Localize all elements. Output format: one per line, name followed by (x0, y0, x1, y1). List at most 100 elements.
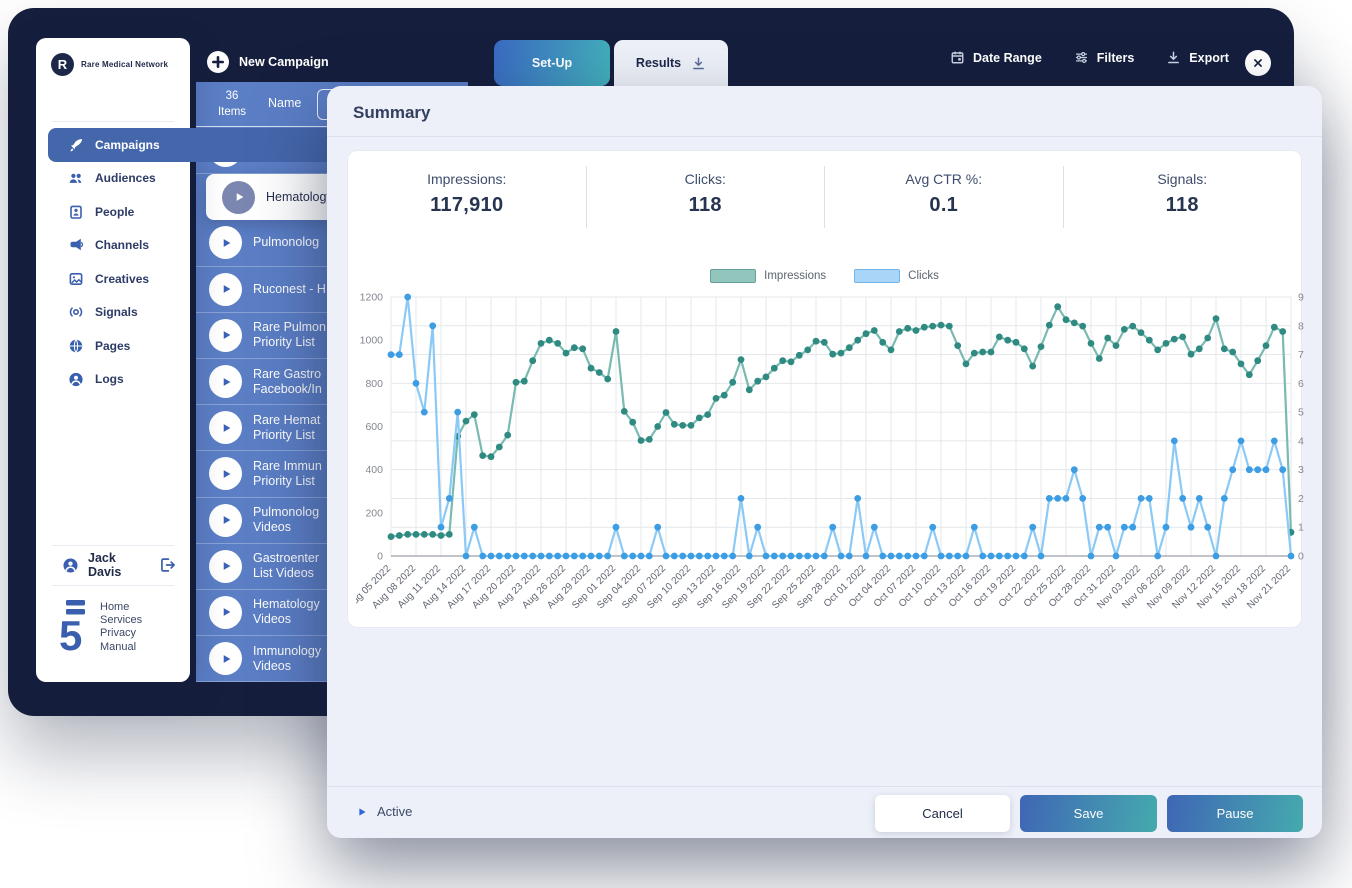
brand-logo-icon: R (51, 53, 74, 76)
plus-icon (207, 51, 229, 73)
play-button[interactable] (209, 273, 242, 306)
tab-results[interactable]: Results (614, 40, 728, 86)
sidebar-divider (52, 545, 174, 546)
new-campaign-button[interactable]: New Campaign (207, 51, 329, 73)
svg-text:0: 0 (377, 551, 383, 563)
download-icon (691, 56, 706, 71)
sidebar-item-label: Creatives (95, 272, 149, 286)
items-count: 36 Items (212, 88, 252, 120)
play-button[interactable] (209, 411, 242, 444)
play-button[interactable] (209, 504, 242, 537)
sidebar-item-channels[interactable]: Channels (36, 229, 190, 263)
sidebar-item-label: Logs (95, 372, 124, 386)
sidebar-item-people[interactable]: People (36, 195, 190, 229)
sidebar-divider (52, 121, 174, 122)
play-icon (219, 328, 233, 342)
tab-set-up[interactable]: Set-Up (494, 40, 610, 86)
action-label: Filters (1097, 51, 1135, 65)
id-badge-icon (68, 204, 84, 220)
footer-link-manual[interactable]: Manual (100, 641, 142, 654)
svg-text:400: 400 (365, 464, 383, 476)
stat-impressions: Impressions:117,910 (348, 166, 586, 228)
sidebar-item-signals[interactable]: Signals (36, 296, 190, 330)
modal-title: Summary (353, 103, 430, 123)
sidebar-item-label: People (95, 205, 134, 219)
play-icon (219, 421, 233, 435)
save-button[interactable]: Save (1020, 795, 1157, 832)
user-name: Jack Davis (88, 551, 149, 579)
brand: R Rare Medical Network (51, 53, 181, 76)
close-button[interactable] (1245, 50, 1271, 76)
footer-link-home[interactable]: Home (100, 601, 142, 614)
play-icon (219, 282, 233, 296)
campaign-name: Ruconest - H (253, 282, 326, 297)
sidebar-item-pages[interactable]: Pages (36, 329, 190, 363)
logout-icon[interactable] (158, 556, 176, 574)
svg-text:800: 800 (365, 378, 383, 390)
new-campaign-label: New Campaign (239, 55, 329, 69)
stat-signals: Signals:118 (1063, 166, 1302, 228)
image-icon (68, 271, 84, 287)
play-button[interactable] (209, 457, 242, 490)
campaign-name: Rare ImmunPriority List (253, 459, 322, 489)
svg-text:2: 2 (1298, 493, 1304, 505)
play-icon (219, 467, 233, 481)
modal-footer: Active Cancel Save Pause (327, 786, 1322, 838)
legend-item-clicks[interactable]: Clicks (854, 269, 939, 283)
campaign-name: ImmunologyVideos (253, 644, 321, 674)
play-button[interactable] (209, 642, 242, 675)
filters-button[interactable]: Filters (1074, 50, 1135, 65)
play-button[interactable] (209, 550, 242, 583)
summary-chart: 0123456789020040060080010001200Aug 05 20… (356, 291, 1306, 625)
modal-divider (327, 136, 1322, 137)
date-range-button[interactable]: Date Range (950, 50, 1042, 65)
sidebar: R Rare Medical Network CampaignsAudience… (36, 38, 190, 682)
summary-modal: Summary Impressions:117,910Clicks:118Avg… (327, 86, 1322, 838)
stat-value: 117,910 (348, 194, 586, 217)
sidebar-item-logs[interactable]: Logs (36, 363, 190, 397)
sidebar-nav: CampaignsAudiencesPeopleChannelsCreative… (36, 128, 190, 396)
tab-label: Results (636, 56, 681, 70)
footer-link-services[interactable]: Services (100, 614, 142, 627)
items-count-unit: Items (212, 104, 252, 120)
footer-link-privacy[interactable]: Privacy (100, 627, 142, 640)
legend-label: Impressions (764, 270, 826, 282)
campaign-name: PulmonologVideos (253, 505, 319, 535)
legend-label: Clicks (908, 270, 939, 282)
pause-button[interactable]: Pause (1167, 795, 1303, 832)
cancel-button[interactable]: Cancel (875, 795, 1010, 832)
play-button[interactable] (209, 596, 242, 629)
stat-clicks: Clicks:118 (586, 166, 825, 228)
play-button[interactable] (209, 365, 242, 398)
export-button[interactable]: Export (1166, 50, 1229, 65)
audiences-icon (68, 170, 84, 186)
play-icon (219, 605, 233, 619)
stat-avgctr: Avg CTR %:0.1 (824, 166, 1063, 228)
items-count-number: 36 (212, 88, 252, 104)
play-button[interactable] (209, 226, 242, 259)
sidebar-item-audiences[interactable]: Audiences (36, 162, 190, 196)
summary-card: Impressions:117,910Clicks:118Avg CTR %:0… (347, 150, 1302, 628)
chart-legend: Impressions Clicks (348, 269, 1301, 283)
legend-item-impressions[interactable]: Impressions (710, 269, 826, 283)
svg-text:0: 0 (1298, 551, 1304, 563)
download-icon (1166, 50, 1181, 65)
close-icon (1251, 56, 1265, 70)
svg-text:200: 200 (365, 507, 383, 519)
svg-text:7: 7 (1298, 349, 1304, 361)
svg-text:5: 5 (59, 612, 82, 656)
play-icon (219, 375, 233, 389)
user-circle-icon (62, 557, 79, 574)
globe-icon (68, 338, 84, 354)
user-circle-icon (68, 371, 84, 387)
svg-text:1: 1 (1298, 522, 1304, 534)
play-button[interactable] (222, 181, 255, 214)
brand-name: Rare Medical Network (81, 60, 181, 69)
play-icon (219, 513, 233, 527)
summary-chart-svg: 0123456789020040060080010001200Aug 05 20… (356, 291, 1306, 625)
svg-text:6: 6 (1298, 378, 1304, 390)
play-button[interactable] (209, 319, 242, 352)
calendar-icon (950, 50, 965, 65)
sidebar-item-creatives[interactable]: Creatives (36, 262, 190, 296)
campaign-name: Rare PulmonPriority List (253, 320, 326, 350)
